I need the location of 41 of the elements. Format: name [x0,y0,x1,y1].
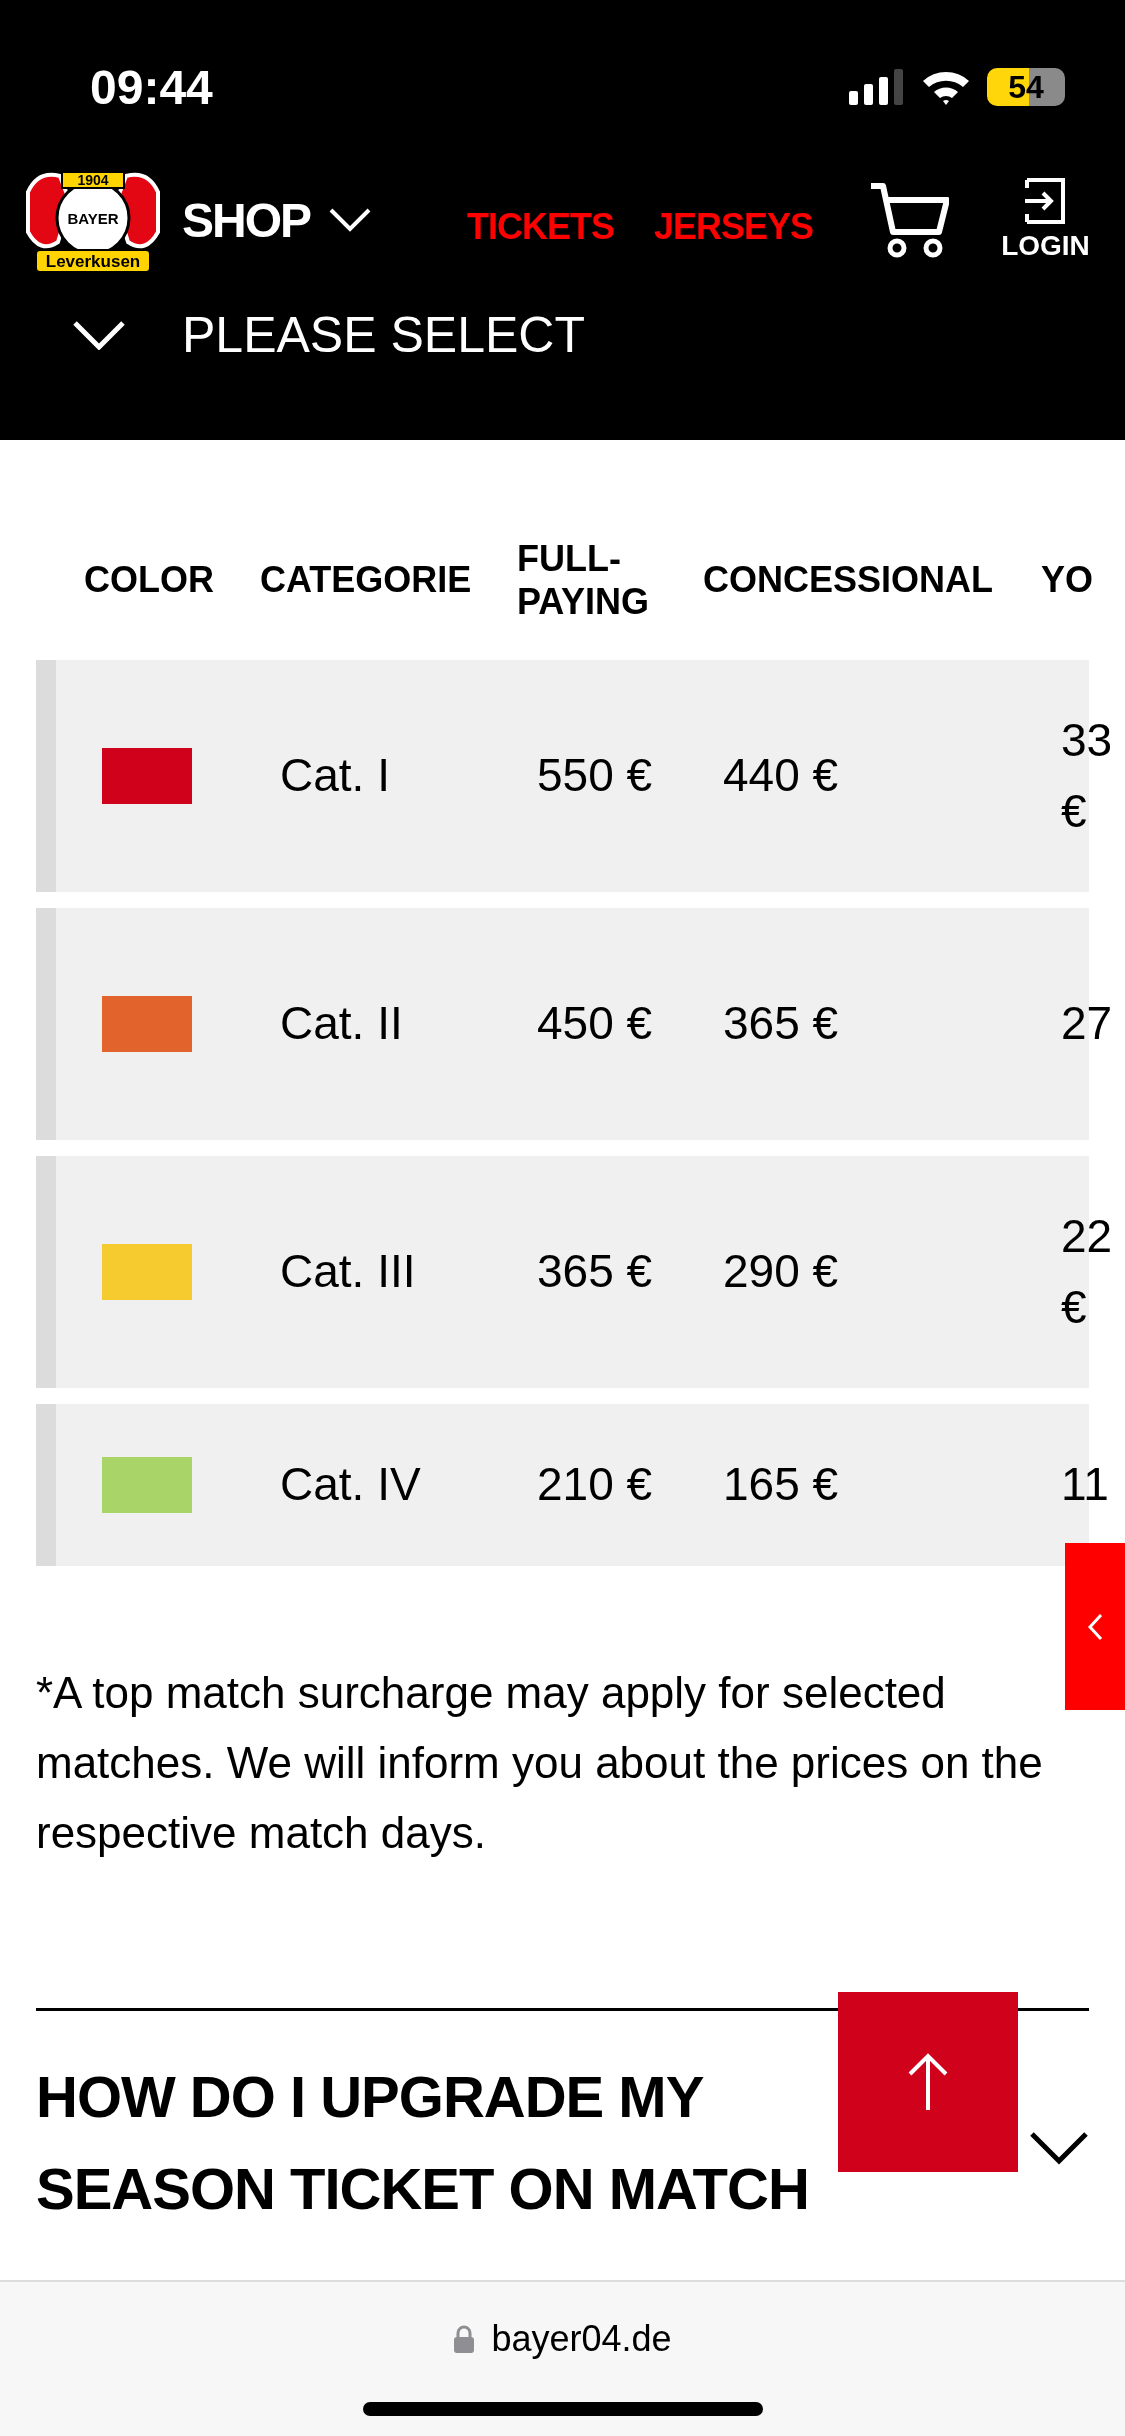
table-cell-text: 210 € [537,1457,654,1513]
status-time: 09:44 [90,59,213,115]
table-cell-text: Cat. II [280,996,404,1052]
column-header: COLOR [83,558,215,602]
chevron-down-icon[interactable] [1029,2131,1089,2165]
table-cell-text: 365 € [537,1244,654,1300]
table-cell-text: 33 € [1061,712,1109,839]
url-text[interactable]: bayer04.de [491,2318,672,2360]
signal-icon [849,69,905,105]
table-cell-text: 550 € [537,748,654,804]
wifi-icon [921,69,971,105]
column-header: FULL-PAYING [517,536,651,624]
table-cell-text: 27 [1061,996,1109,1052]
cart-icon[interactable] [869,182,950,258]
column-header: CATEGORIE [260,558,473,602]
shop-menu-button[interactable]: SHOP [182,192,373,248]
chevron-down-icon [328,207,373,233]
table-cell-text: 290 € [723,1244,840,1300]
category-select[interactable]: PLEASE SELECT [0,300,1125,370]
table-cell-text: 165 € [723,1457,840,1513]
table-cell-text: 440 € [723,748,840,804]
club-logo[interactable]: 1904 BAYER Leverkusen [18,162,168,278]
arrow-up-icon [906,2052,950,2112]
column-header: CONCESSIONAL [703,558,995,602]
table-cell-text: Cat. I [280,748,391,804]
chevron-down-icon [72,320,126,350]
nav-link[interactable]: JERSEYS [654,206,814,248]
footnote: *A top match surcharge may apply for selected matches. We will inform you about the prices on the respective match days. [36,1667,1044,1859]
faq-question[interactable]: HOW DO I UPGRADE MY SEASON TICKET ON MATCH [36,2051,826,2235]
battery-level: 54 [1008,68,1044,106]
table-cell-text: 22 € [1061,1208,1109,1335]
table-cell-text: 11 [1061,1457,1109,1513]
nav-link[interactable]: TICKETS [467,206,615,248]
lock-icon [453,2325,476,2353]
table-cell-text: 450 € [537,996,654,1052]
table-cell-text: Cat. III [280,1244,417,1300]
table-cell-text: 365 € [723,996,840,1052]
chevron-left-icon [1087,1612,1103,1641]
login-button[interactable]: LOGIN [1001,178,1090,262]
table-cell-text: Cat. IV [280,1457,422,1513]
login-icon [1023,178,1068,224]
